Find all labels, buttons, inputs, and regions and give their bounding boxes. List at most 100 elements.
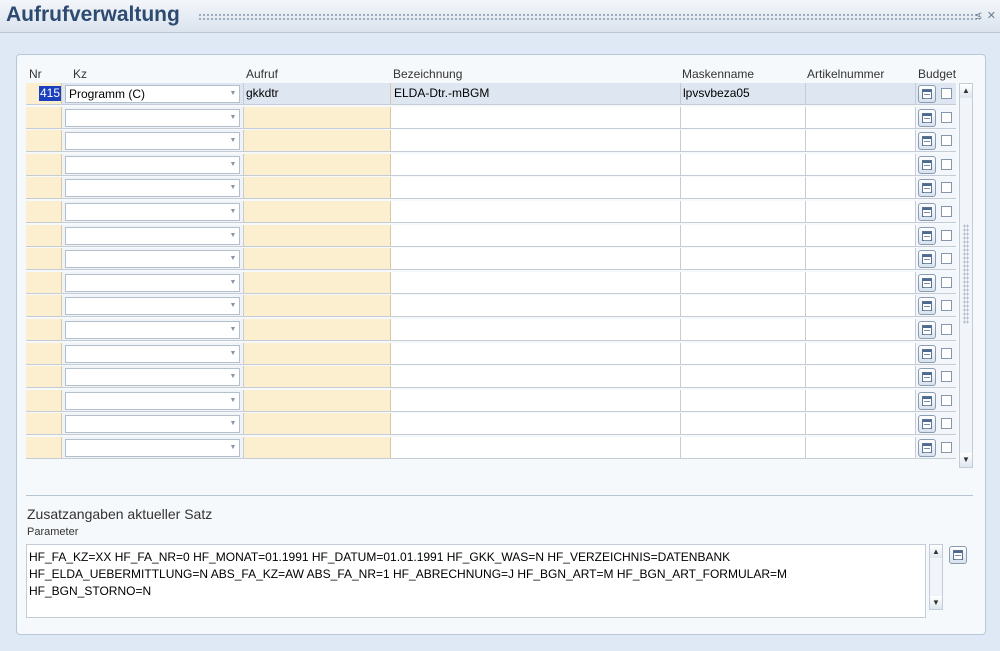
nr-cell[interactable] [26, 224, 62, 247]
kz-select[interactable]: ▼ [65, 250, 240, 269]
chevron-down-icon[interactable]: ▼ [227, 298, 239, 314]
maskenname-cell[interactable] [681, 130, 806, 153]
nr-cell[interactable] [26, 153, 62, 176]
kz-cell[interactable]: ▼ [62, 295, 244, 318]
nr-cell[interactable] [26, 177, 62, 200]
maskenname-cell[interactable] [681, 319, 806, 341]
kz-select[interactable]: ▼ [65, 132, 240, 151]
chevron-down-icon[interactable]: ▼ [227, 275, 239, 291]
aufruf-cell[interactable] [244, 248, 391, 271]
table-row[interactable]: ▼ [26, 177, 956, 200]
table-row[interactable]: ▼ [26, 437, 956, 459]
nr-cell[interactable] [26, 271, 62, 294]
nr-cell[interactable] [26, 366, 62, 389]
nr-cell[interactable] [26, 106, 62, 129]
maskenname-cell[interactable] [681, 389, 806, 412]
chevron-down-icon[interactable]: ▼ [227, 133, 239, 149]
bezeichnung-cell[interactable] [391, 295, 681, 318]
maskenname-cell[interactable] [681, 177, 806, 200]
chevron-down-icon[interactable]: ▼ [227, 228, 239, 244]
table-row[interactable]: ▼ [26, 389, 956, 412]
budget-checkbox[interactable] [941, 206, 952, 217]
budget-checkbox[interactable] [941, 347, 952, 359]
chevron-down-icon[interactable]: ▼ [227, 251, 239, 267]
edit-button[interactable] [918, 368, 936, 387]
aufruf-cell[interactable] [244, 389, 391, 412]
maskenname-cell[interactable] [681, 366, 806, 389]
nr-cell[interactable] [26, 389, 62, 412]
bezeichnung-cell[interactable] [391, 248, 681, 271]
bezeichnung-cell[interactable] [391, 271, 681, 294]
aufruf-cell[interactable] [244, 319, 391, 341]
table-row[interactable]: ▼ [26, 224, 956, 247]
scrollbar-grip[interactable] [963, 224, 969, 324]
edit-button[interactable] [918, 203, 936, 221]
budget-checkbox[interactable] [941, 324, 952, 335]
kz-cell[interactable]: ▼ [62, 437, 244, 459]
edit-button[interactable] [918, 250, 936, 269]
artikelnummer-cell[interactable] [806, 271, 916, 294]
chevron-down-icon[interactable]: ▼ [227, 393, 239, 409]
table-row[interactable]: ▼ [26, 295, 956, 318]
table-row[interactable]: ▼ [26, 413, 956, 436]
kz-select[interactable]: ▼ [65, 273, 240, 292]
edit-button[interactable] [918, 155, 936, 174]
kz-cell[interactable]: ▼ [62, 106, 244, 129]
chevron-down-icon[interactable]: ▼ [227, 157, 239, 173]
bezeichnung-cell[interactable] [391, 366, 681, 389]
kz-select[interactable]: ▼ [65, 108, 240, 127]
edit-button[interactable] [918, 273, 936, 292]
kz-select[interactable]: ▼ [65, 415, 240, 434]
aufruf-cell[interactable] [244, 177, 391, 200]
parameter-edit-button[interactable] [949, 546, 967, 564]
artikelnummer-cell[interactable] [806, 295, 916, 318]
kz-select[interactable]: ▼ [65, 439, 240, 457]
maskenname-cell[interactable] [681, 437, 806, 459]
kz-cell[interactable]: ▼ [62, 342, 244, 365]
chevron-down-icon[interactable]: ▼ [227, 180, 239, 196]
table-row[interactable]: ▼ [26, 248, 956, 271]
nr-cell[interactable] [26, 342, 62, 365]
bezeichnung-cell[interactable] [391, 319, 681, 341]
kz-select[interactable]: ▼ [65, 321, 240, 339]
artikelnummer-cell[interactable] [806, 83, 916, 105]
arrow-up-icon[interactable]: ▲ [960, 84, 972, 98]
chevron-down-icon[interactable]: ▼ [227, 440, 239, 456]
bezeichnung-cell[interactable] [391, 389, 681, 412]
kz-select[interactable]: ▼ [65, 203, 240, 221]
budget-checkbox[interactable] [941, 371, 952, 383]
table-row[interactable]: ▼ [26, 106, 956, 129]
aufruf-cell[interactable]: gkkdtr [244, 83, 391, 105]
kz-select[interactable]: ▼ [65, 155, 240, 174]
artikelnummer-cell[interactable] [806, 342, 916, 365]
table-row[interactable]: ▼ [26, 130, 956, 153]
budget-checkbox[interactable] [941, 394, 952, 406]
artikelnummer-cell[interactable] [806, 201, 916, 223]
table-scrollbar[interactable]: ▲ ▼ [959, 83, 973, 468]
aufruf-cell[interactable] [244, 366, 391, 389]
table-row[interactable]: ▼ [26, 342, 956, 365]
bezeichnung-cell[interactable] [391, 437, 681, 459]
edit-button[interactable] [918, 344, 936, 363]
kz-select[interactable]: ▼ [65, 368, 240, 387]
maskenname-cell[interactable] [681, 153, 806, 176]
kz-cell[interactable]: Programm (C) ▼ [62, 83, 244, 105]
artikelnummer-cell[interactable] [806, 106, 916, 129]
kz-select[interactable]: ▼ [65, 179, 240, 198]
chevron-down-icon[interactable]: ▼ [227, 86, 239, 102]
budget-checkbox[interactable] [941, 158, 952, 170]
aufruf-cell[interactable] [244, 106, 391, 129]
kz-cell[interactable]: ▼ [62, 413, 244, 436]
aufruf-cell[interactable] [244, 413, 391, 436]
nr-cell[interactable] [26, 248, 62, 271]
maskenname-cell[interactable] [681, 106, 806, 129]
table-row[interactable]: ▼ [26, 319, 956, 341]
edit-button[interactable] [918, 415, 936, 434]
edit-button[interactable] [918, 439, 936, 457]
aufruf-cell[interactable] [244, 295, 391, 318]
nr-cell[interactable] [26, 201, 62, 223]
maskenname-cell[interactable] [681, 271, 806, 294]
artikelnummer-cell[interactable] [806, 177, 916, 200]
chevron-down-icon[interactable]: ▼ [227, 416, 239, 432]
maskenname-cell[interactable] [681, 201, 806, 223]
